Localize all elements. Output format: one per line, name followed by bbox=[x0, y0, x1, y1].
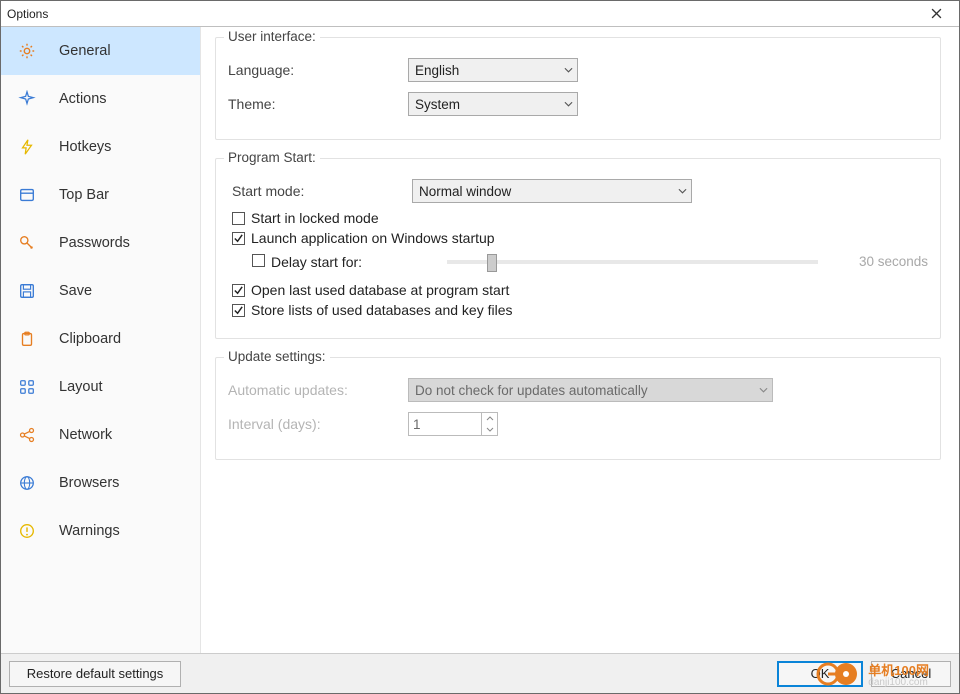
warning-icon bbox=[17, 521, 37, 541]
sidebar-item-top-bar[interactable]: Top Bar bbox=[1, 171, 200, 219]
ok-button[interactable]: OK bbox=[777, 661, 863, 687]
share-icon bbox=[17, 425, 37, 445]
checkbox-label: Open last used database at program start bbox=[251, 282, 509, 298]
chevron-down-icon bbox=[759, 386, 768, 395]
grid-icon bbox=[17, 377, 37, 397]
window-body: General Actions Hotkeys Top Bar Passwords Sav… bbox=[1, 27, 959, 653]
group-update-settings: Update settings: Automatic updates: Do n… bbox=[215, 357, 941, 460]
checkbox-store-lists[interactable]: Store lists of used databases and key fi… bbox=[232, 302, 928, 318]
start-mode-label: Start mode: bbox=[232, 183, 412, 199]
group-legend-start: Program Start: bbox=[224, 150, 320, 165]
cancel-button[interactable]: Cancel bbox=[871, 661, 951, 687]
sidebar-item-browsers[interactable]: Browsers bbox=[1, 459, 200, 507]
topbar-icon bbox=[17, 185, 37, 205]
spinner-down bbox=[482, 424, 497, 435]
sidebar-item-clipboard[interactable]: Clipboard bbox=[1, 315, 200, 363]
titlebar: Options bbox=[1, 1, 959, 27]
start-mode-select[interactable]: Normal window bbox=[412, 179, 692, 203]
start-mode-value: Normal window bbox=[419, 184, 511, 199]
checkbox-open-last-db[interactable]: Open last used database at program start bbox=[232, 282, 928, 298]
sidebar-item-label: Hotkeys bbox=[59, 139, 111, 155]
auto-updates-select: Do not check for updates automatically bbox=[408, 378, 773, 402]
sidebar-item-warnings[interactable]: Warnings bbox=[1, 507, 200, 555]
checkbox-label: Delay start for: bbox=[271, 254, 431, 270]
checkbox-start-locked[interactable]: Start in locked mode bbox=[232, 210, 928, 226]
sidebar-item-label: Top Bar bbox=[59, 187, 109, 203]
group-legend-ui: User interface: bbox=[224, 29, 320, 44]
gear-icon bbox=[17, 41, 37, 61]
checkbox-label: Start in locked mode bbox=[251, 210, 379, 226]
checkbox-box bbox=[252, 254, 265, 267]
interval-spinner bbox=[408, 412, 498, 436]
sidebar-item-label: Passwords bbox=[59, 235, 130, 251]
close-icon bbox=[931, 8, 942, 19]
footer: Restore default settings OK Cancel bbox=[1, 653, 959, 693]
language-select[interactable]: English bbox=[408, 58, 578, 82]
sparkle-icon bbox=[17, 89, 37, 109]
checkbox-box bbox=[232, 304, 245, 317]
sidebar-item-label: Save bbox=[59, 283, 92, 299]
chevron-down-icon bbox=[678, 187, 687, 196]
sidebar-item-label: Warnings bbox=[59, 523, 120, 539]
theme-value: System bbox=[415, 97, 460, 112]
checkbox-box bbox=[232, 232, 245, 245]
save-icon bbox=[17, 281, 37, 301]
bolt-icon bbox=[17, 137, 37, 157]
theme-label: Theme: bbox=[228, 96, 408, 112]
restore-defaults-button[interactable]: Restore default settings bbox=[9, 661, 181, 687]
chevron-down-icon bbox=[564, 100, 573, 109]
delay-value: 30 seconds bbox=[828, 254, 928, 269]
sidebar-item-label: Actions bbox=[59, 91, 107, 107]
clipboard-icon bbox=[17, 329, 37, 349]
sidebar: General Actions Hotkeys Top Bar Passwords Sav… bbox=[1, 27, 201, 653]
interval-label: Interval (days): bbox=[228, 416, 408, 432]
language-label: Language: bbox=[228, 62, 408, 78]
checkbox-box bbox=[232, 212, 245, 225]
content-panel: User interface: Language: English Theme:… bbox=[201, 27, 959, 653]
checkbox-delay-start[interactable]: Delay start for: 30 seconds bbox=[252, 254, 928, 270]
slider-thumb[interactable] bbox=[487, 254, 497, 272]
sidebar-item-label: General bbox=[59, 43, 111, 59]
sidebar-item-label: Network bbox=[59, 427, 112, 443]
sidebar-item-label: Clipboard bbox=[59, 331, 121, 347]
checkbox-box bbox=[232, 284, 245, 297]
group-program-start: Program Start: Start mode: Normal window… bbox=[215, 158, 941, 339]
checkbox-label: Store lists of used databases and key fi… bbox=[251, 302, 512, 318]
spinner-buttons bbox=[481, 413, 497, 435]
options-window: Options General Actions Hotkeys Top Bar Pass… bbox=[0, 0, 960, 694]
group-legend-update: Update settings: bbox=[224, 349, 330, 364]
sidebar-item-label: Browsers bbox=[59, 475, 119, 491]
language-value: English bbox=[415, 63, 459, 78]
globe-icon bbox=[17, 473, 37, 493]
auto-updates-label: Automatic updates: bbox=[228, 382, 408, 398]
sidebar-item-general[interactable]: General bbox=[1, 27, 200, 75]
sidebar-item-hotkeys[interactable]: Hotkeys bbox=[1, 123, 200, 171]
delay-slider[interactable] bbox=[447, 260, 818, 264]
sidebar-item-passwords[interactable]: Passwords bbox=[1, 219, 200, 267]
sidebar-item-network[interactable]: Network bbox=[1, 411, 200, 459]
key-icon bbox=[17, 233, 37, 253]
auto-updates-value: Do not check for updates automatically bbox=[415, 383, 648, 398]
close-button[interactable] bbox=[919, 1, 953, 26]
group-user-interface: User interface: Language: English Theme:… bbox=[215, 37, 941, 140]
checkbox-label: Launch application on Windows startup bbox=[251, 230, 495, 246]
sidebar-item-actions[interactable]: Actions bbox=[1, 75, 200, 123]
chevron-down-icon bbox=[564, 66, 573, 75]
theme-select[interactable]: System bbox=[408, 92, 578, 116]
checkbox-launch-on-startup[interactable]: Launch application on Windows startup bbox=[232, 230, 928, 246]
interval-value bbox=[409, 413, 481, 435]
spinner-up bbox=[482, 413, 497, 424]
sidebar-item-layout[interactable]: Layout bbox=[1, 363, 200, 411]
sidebar-item-label: Layout bbox=[59, 379, 103, 395]
sidebar-item-save[interactable]: Save bbox=[1, 267, 200, 315]
window-title: Options bbox=[7, 7, 48, 21]
